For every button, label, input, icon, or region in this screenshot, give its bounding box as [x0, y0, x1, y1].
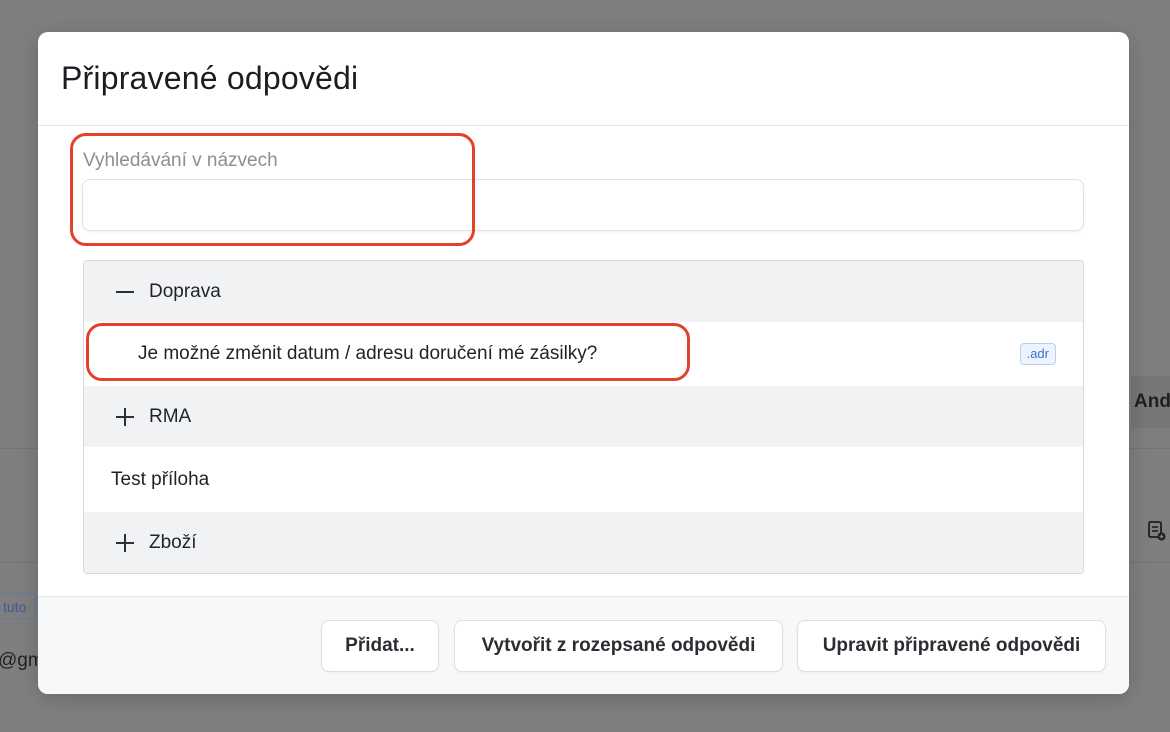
search-label: Vyhledávání v názvech [83, 150, 278, 171]
shortcut-badge: .adr [1019, 343, 1056, 365]
dialog-body: Vyhledávání v názvech Doprava Je možné z… [38, 126, 1129, 596]
collapse-icon[interactable] [114, 281, 136, 303]
prepared-replies-dialog: Připravené odpovědi Vyhledávání v názvec… [38, 32, 1129, 694]
list-item-label: Test příloha [111, 468, 210, 490]
group-label: RMA [149, 405, 192, 427]
expand-icon[interactable] [114, 532, 136, 554]
list-item[interactable]: Je možné změnit datum / adresu doručení … [84, 322, 1083, 386]
dialog-footer: Přidat... Vytvořit z rozepsané odpovědi … [38, 596, 1129, 694]
background-divider [1130, 562, 1170, 563]
edit-prepared-replies-button[interactable]: Upravit připravené odpovědi [797, 620, 1106, 672]
dialog-header: Připravené odpovědi [38, 32, 1129, 126]
search-input[interactable] [82, 179, 1084, 231]
add-note-icon [1148, 520, 1166, 542]
group-zbozi[interactable]: Zboží [84, 512, 1083, 573]
group-label: Doprava [149, 280, 221, 302]
list-item[interactable]: Test příloha [84, 447, 1083, 512]
background-divider [0, 448, 40, 449]
background-divider [1130, 448, 1170, 449]
create-from-draft-button[interactable]: Vytvořit z rozepsané odpovědi [454, 620, 783, 672]
expand-icon[interactable] [114, 406, 136, 428]
group-rma[interactable]: RMA [84, 386, 1083, 447]
add-button[interactable]: Přidat... [321, 620, 439, 672]
group-label: Zboží [149, 531, 197, 553]
background-name-fragment: And [1131, 376, 1170, 428]
list-item-label: Je možné změnit datum / adresu doručení … [138, 343, 598, 364]
background-tag-fragment: tuto [0, 593, 36, 619]
background-divider [0, 562, 40, 563]
prepared-replies-list: Doprava Je možné změnit datum / adresu d… [83, 260, 1084, 574]
group-doprava[interactable]: Doprava [84, 261, 1083, 322]
dialog-title: Připravené odpovědi [61, 60, 359, 96]
